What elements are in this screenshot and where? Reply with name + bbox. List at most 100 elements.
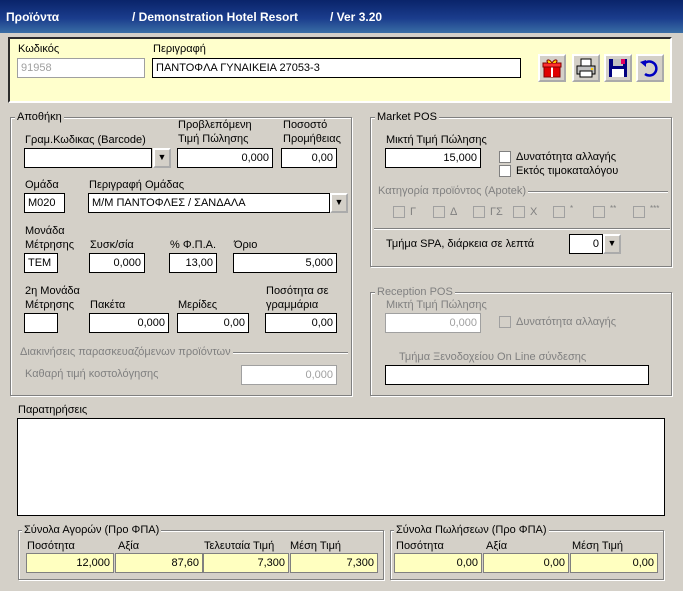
- spa-field[interactable]: 0: [569, 234, 603, 254]
- grams-field[interactable]: 0,00: [265, 313, 337, 333]
- category-checkbox-3[interactable]: [473, 206, 485, 218]
- vat-field[interactable]: 13,00: [169, 253, 217, 273]
- price-label-2: Τιμή Πώλησης: [178, 133, 249, 145]
- chevron-down-icon: ▼: [334, 197, 344, 207]
- unit-field[interactable]: TEM: [24, 253, 58, 273]
- offlist-checkbox[interactable]: [499, 165, 511, 177]
- category-checkbox-6[interactable]: [593, 206, 605, 218]
- save-button[interactable]: [604, 54, 632, 82]
- warehouse-title: Αποθήκη: [15, 111, 64, 123]
- category-label-6: **: [610, 204, 617, 213]
- window-title: Προϊόντα: [6, 10, 60, 24]
- reception-price-label: Μικτή Τιμή Πώλησης: [386, 299, 487, 311]
- sales-qty-label: Ποσότητα: [396, 540, 444, 552]
- category-checkbox-5[interactable]: [553, 206, 565, 218]
- packets-field[interactable]: 0,000: [89, 313, 169, 333]
- gift-button[interactable]: [538, 54, 566, 82]
- category-label-4: Χ: [530, 206, 538, 218]
- purchases-qty-field: 12,000: [26, 553, 114, 573]
- purchases-qty-label: Ποσότητα: [27, 540, 75, 552]
- save-icon: [609, 59, 627, 77]
- pack-field[interactable]: 0,000: [89, 253, 145, 273]
- description-field[interactable]: ΠΑΝΤΟΦΛΑ ΓΥΝΑΙΚΕΙΑ 27053-3: [152, 58, 521, 78]
- price-label-1: Προβλεπόμενη: [178, 119, 252, 131]
- grams-label-1: Ποσότητα σε: [266, 285, 329, 297]
- category-label-5: *: [570, 204, 574, 213]
- notes-field[interactable]: [17, 418, 665, 516]
- packets-label: Πακέτα: [90, 299, 126, 311]
- unit2-label-2: Μέτρησης: [25, 299, 74, 311]
- reception-change-checkbox[interactable]: [499, 316, 511, 328]
- category-label-3: ΓΣ: [490, 206, 503, 218]
- code-field[interactable]: 91958: [17, 58, 145, 78]
- reception-change-label: Δυνατότητα αλλαγής: [516, 316, 617, 328]
- sales-avg-field: 0,00: [570, 553, 658, 573]
- barcode-label: Γραμ.Κωδικας (Barcode): [25, 134, 146, 146]
- purchases-avg-field: 7,300: [290, 553, 378, 573]
- category-title: Κατηγορία προϊόντος (Apotek): [376, 185, 529, 197]
- limit-field[interactable]: 5,000: [233, 253, 337, 273]
- sales-avg-label: Μέση Τιμή: [572, 540, 624, 552]
- market-change-label: Δυνατότητα αλλαγής: [516, 151, 617, 163]
- offlist-label: Εκτός τιμοκαταλόγου: [516, 165, 619, 177]
- spa-label: Τμήμα SPA, διάρκεια σε λεπτά: [386, 238, 535, 250]
- group-desc-field[interactable]: Μ/Μ ΠΑΝΤΟΦΛΕΣ / ΣΑΝΔΑΛΑ: [88, 193, 330, 213]
- chevron-down-icon: ▼: [157, 152, 167, 162]
- undo-button[interactable]: [636, 54, 664, 82]
- purchases-title: Σύνολα Αγορών (Προ ΦΠΑ): [22, 524, 162, 536]
- gift-icon: [542, 59, 562, 78]
- code-label: Κωδικός: [18, 43, 60, 55]
- category-checkbox-1[interactable]: [393, 206, 405, 218]
- category-checkbox-2[interactable]: [433, 206, 445, 218]
- purchases-value-field: 87,60: [115, 553, 203, 573]
- sales-value-field: 0,00: [483, 553, 569, 573]
- commission-label-1: Ποσοστό: [283, 119, 328, 131]
- commission-field[interactable]: 0,00: [281, 148, 337, 168]
- purchases-value-label: Αξία: [118, 540, 140, 552]
- barcode-field[interactable]: [24, 148, 152, 168]
- net-cost-label: Καθαρή τιμή κοστολόγησης: [25, 368, 159, 380]
- unit-label-1: Μονάδα: [25, 225, 65, 237]
- group-label: Ομάδα: [25, 179, 59, 191]
- unit2-field[interactable]: [24, 313, 58, 333]
- pack-label: Συσκ/σία: [90, 239, 134, 251]
- market-pos-title: Market POS: [375, 111, 439, 123]
- prepared-title: Διακινήσεις παρασκευαζόμενων προϊόντων: [18, 346, 233, 358]
- net-cost-field[interactable]: 0,000: [241, 365, 337, 385]
- print-button[interactable]: [572, 54, 600, 82]
- unit-label-2: Μέτρησης: [25, 239, 74, 251]
- spa-dropdown-button[interactable]: ▼: [603, 234, 621, 254]
- market-price-field[interactable]: 15,000: [385, 148, 481, 168]
- expected-price-field[interactable]: 0,000: [177, 148, 273, 168]
- description-label: Περιγραφή: [153, 43, 206, 55]
- barcode-dropdown-button[interactable]: ▼: [153, 148, 171, 168]
- version-label: / Ver 3.20: [330, 10, 383, 24]
- reception-dept-field[interactable]: [385, 365, 649, 385]
- grams-label-2: γραμμάρια: [266, 299, 319, 311]
- spa-separator: [374, 228, 670, 230]
- commission-label-2: Προμήθειας: [283, 133, 341, 145]
- market-price-label: Μικτή Τιμή Πώλησης: [386, 134, 487, 146]
- portions-field[interactable]: 0,00: [177, 313, 249, 333]
- market-change-checkbox[interactable]: [499, 151, 511, 163]
- chevron-down-icon: ▼: [607, 238, 617, 248]
- reception-dept-label: Τμήμα Ξενοδοχείου On Line σύνδεσης: [399, 351, 587, 363]
- purchases-last-label: Τελευταία Τιμή: [204, 540, 275, 552]
- category-checkbox-4[interactable]: [513, 206, 525, 218]
- title-bar: Προϊόντα / Demonstration Hotel Resort / …: [0, 0, 683, 33]
- printer-icon: [576, 58, 596, 78]
- notes-label: Παρατηρήσεις: [18, 404, 88, 416]
- purchases-avg-label: Μέση Τιμή: [290, 540, 342, 552]
- undo-icon: [640, 60, 658, 77]
- group-dropdown-button[interactable]: ▼: [330, 193, 348, 213]
- group-field[interactable]: M020: [24, 193, 65, 213]
- sales-qty-field: 0,00: [394, 553, 482, 573]
- portions-label: Μερίδες: [178, 299, 218, 311]
- group-desc-label: Περιγραφή Ομάδας: [89, 179, 185, 191]
- sales-value-label: Αξία: [486, 540, 508, 552]
- category-label-7: ***: [650, 204, 660, 213]
- limit-label: Όριο: [234, 239, 258, 251]
- sales-title: Σύνολα Πωλήσεων (Προ ΦΠΑ): [394, 524, 549, 536]
- reception-price-field[interactable]: 0,000: [385, 313, 481, 333]
- category-checkbox-7[interactable]: [633, 206, 645, 218]
